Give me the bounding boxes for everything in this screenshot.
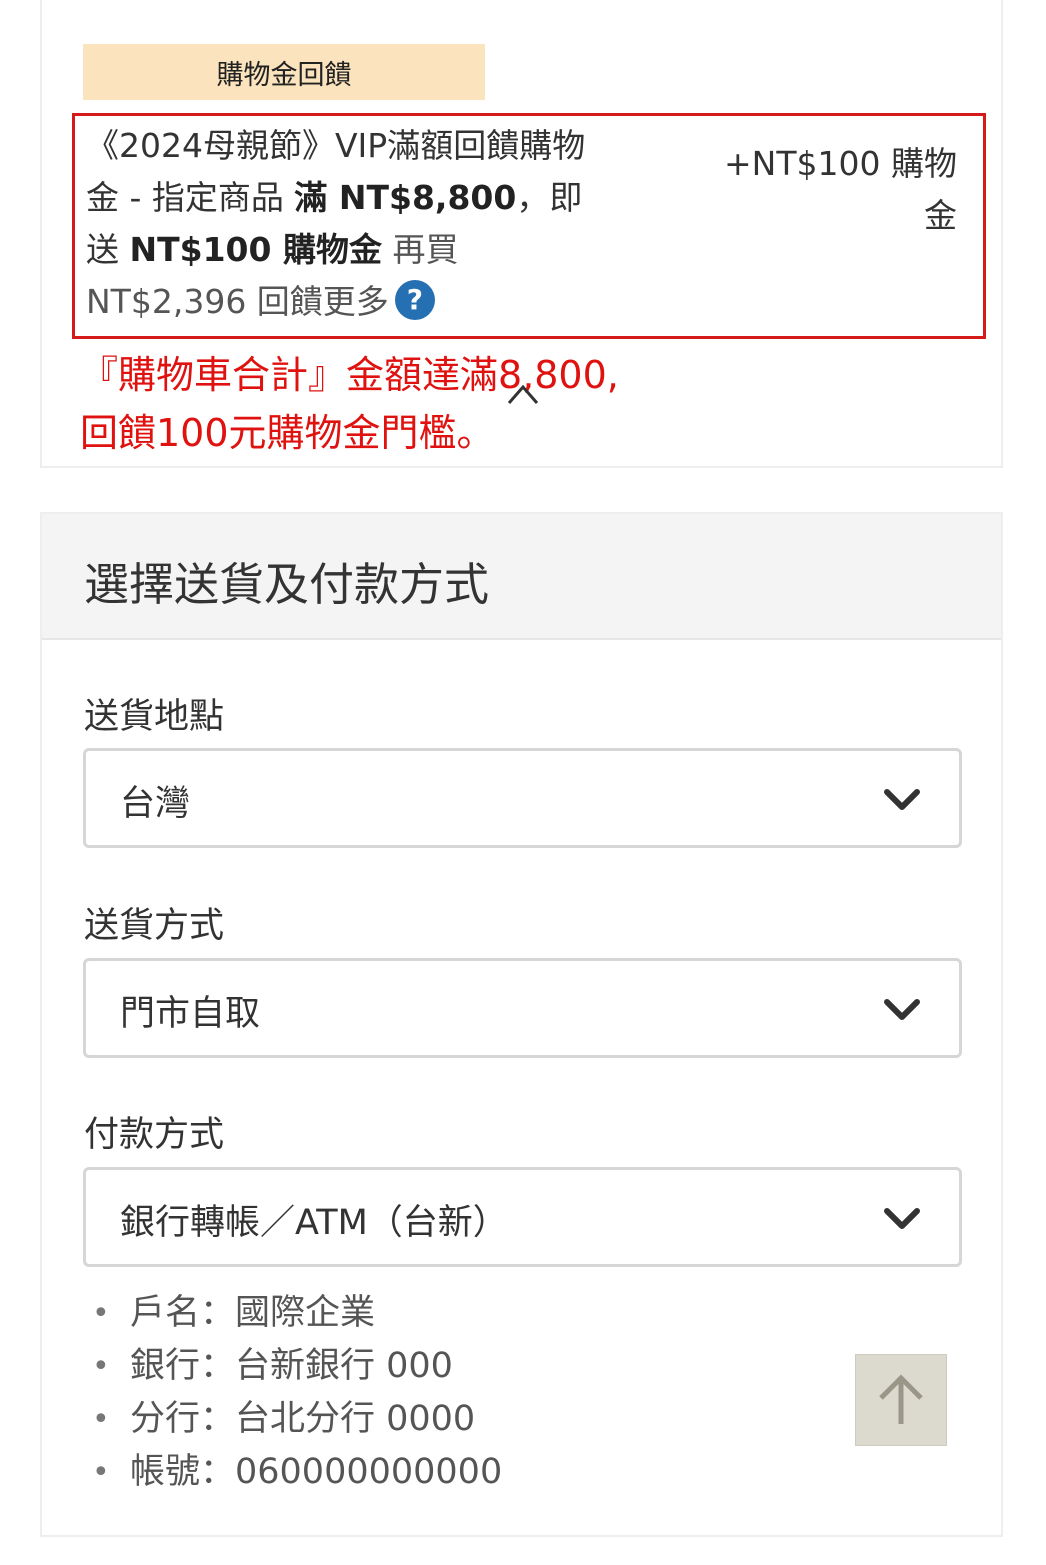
location-value: 台灣 [120, 784, 191, 824]
promo-more-label: 再買 [381, 230, 459, 269]
bank-account-number: 帳號：060000000000 [130, 1452, 503, 1492]
promo-line2-suffix: ，即 [516, 178, 583, 217]
promo-remaining: NT$2,396 回饋更多 [86, 282, 389, 321]
bullet-icon: • [92, 1296, 110, 1331]
chevron-down-icon [884, 999, 920, 1020]
bullet-icon: • [92, 1455, 110, 1490]
rewards-badge: 購物金回饋 [83, 44, 485, 100]
promo-line1: 《2024母親節》VIP滿額回饋購物 [86, 126, 586, 165]
annotation-line2: 回饋100元購物金門檻。 [80, 411, 495, 455]
list-item: • 戶名：國際企業 [92, 1287, 502, 1340]
back-to-top-button[interactable] [855, 1354, 947, 1446]
method-label: 送貨方式 [84, 906, 225, 946]
promo-line2-prefix: 金 - 指定商品 [86, 178, 295, 217]
list-item: • 帳號：060000000000 [92, 1446, 502, 1499]
location-label: 送貨地點 [84, 697, 225, 737]
promo-line3-prefix: 送 [86, 230, 130, 269]
bank-details-list: • 戶名：國際企業 • 銀行：台新銀行 000 • 分行：台北分行 0000 • 帳號：… [92, 1287, 502, 1499]
payment-label: 付款方式 [84, 1115, 225, 1155]
bullet-icon: • [92, 1349, 110, 1384]
location-select[interactable]: 台灣 [83, 748, 962, 848]
promo-gift: NT$100 購物金 [129, 230, 382, 269]
chevron-down-icon [884, 789, 920, 810]
chevron-down-icon [884, 1208, 920, 1229]
promo-threshold: 滿 NT$8,800 [294, 178, 517, 217]
payment-value: 銀行轉帳／ATM（台新） [120, 1203, 508, 1243]
list-item: • 銀行：台新銀行 000 [92, 1340, 502, 1393]
arrow-up-icon [879, 1374, 923, 1424]
promo-description: 《2024母親節》VIP滿額回饋購物 金 - 指定商品 滿 NT$8,800，即… [86, 120, 646, 328]
bank-account-name: 戶名：國際企業 [130, 1293, 376, 1333]
help-icon[interactable]: ? [394, 279, 435, 320]
method-value: 門市自取 [120, 994, 261, 1034]
bullet-icon: • [92, 1402, 110, 1437]
bank-branch: 分行：台北分行 0000 [130, 1399, 476, 1439]
section-title: 選擇送貨及付款方式 [84, 558, 490, 611]
payment-select[interactable]: 銀行轉帳／ATM（台新） [83, 1167, 962, 1267]
card-header: 選擇送貨及付款方式 [42, 514, 1001, 640]
red-annotation: 『購物車合計』金額達滿8,800, 回饋100元購物金門檻。 [80, 346, 680, 462]
chevron-up-icon[interactable] [506, 376, 540, 410]
promo-highlight-box: 《2024母親節》VIP滿額回饋購物 金 - 指定商品 滿 NT$8,800，即… [72, 113, 986, 339]
promo-reward-amount: +NT$100 購物金 [724, 144, 957, 235]
bank-name: 銀行：台新銀行 000 [130, 1346, 453, 1386]
list-item: • 分行：台北分行 0000 [92, 1393, 502, 1446]
method-select[interactable]: 門市自取 [83, 958, 962, 1058]
